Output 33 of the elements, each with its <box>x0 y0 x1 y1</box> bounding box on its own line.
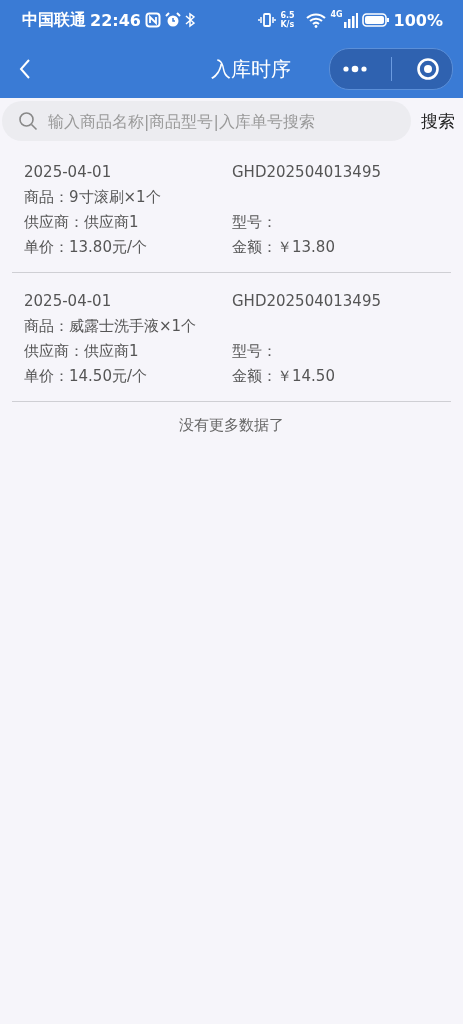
alarm-icon <box>164 12 181 28</box>
unit-price-text: 单价：13.80元/个 <box>24 237 148 258</box>
unit-price-text: 单价：14.50元/个 <box>24 366 148 387</box>
back-icon[interactable] <box>18 58 32 80</box>
battery-icon <box>361 12 390 28</box>
close-icon[interactable] <box>416 57 441 81</box>
amount-text: 金额：￥14.50 <box>232 366 336 387</box>
search-field[interactable]: 输入商品名称|商品型号|入库单号搜索 <box>2 101 411 141</box>
product-text: 商品：9寸滚刷×1个 <box>24 187 162 208</box>
order-number: GHD202504013495 <box>232 162 382 183</box>
no-more-data-text: 没有更多数据了 <box>178 415 285 435</box>
amount-text: 金额：￥13.80 <box>232 237 336 258</box>
signal-icon <box>343 12 358 28</box>
vibrate-icon <box>258 12 277 28</box>
date-text: 2025-04-01 <box>24 162 113 183</box>
model-text: 型号： <box>232 212 278 233</box>
bluetooth-icon <box>184 12 195 28</box>
search-button[interactable]: 搜索 <box>421 109 455 133</box>
supplier-text: 供应商：供应商1 <box>24 212 140 233</box>
network-speed: 6.5 K/s <box>280 11 296 29</box>
model-text: 型号： <box>232 341 278 362</box>
product-text: 商品：威露士洗手液×1个 <box>24 316 198 337</box>
clock-time: 22:46 <box>90 10 141 30</box>
more-icon[interactable] <box>341 65 368 73</box>
order-number: GHD202504013495 <box>232 291 382 312</box>
network-type: 4G <box>330 10 343 19</box>
page-title: 入库时序 <box>209 55 291 83</box>
nfc-icon <box>144 12 161 28</box>
wifi-icon <box>306 12 327 28</box>
battery-level: 100% <box>393 10 443 30</box>
date-text: 2025-04-01 <box>24 291 113 312</box>
supplier-text: 供应商：供应商1 <box>24 341 140 362</box>
carrier-name: 中国联通 <box>22 9 86 31</box>
